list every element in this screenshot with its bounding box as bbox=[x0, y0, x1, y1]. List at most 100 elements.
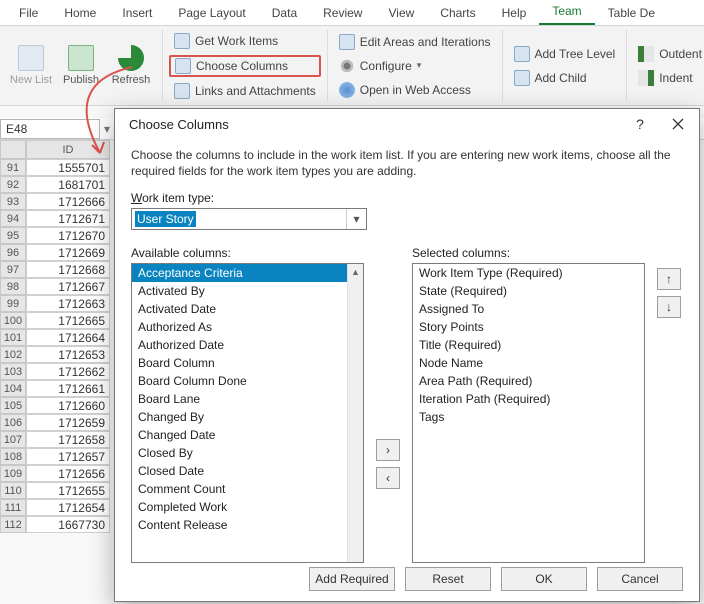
tab-table-design[interactable]: Table De bbox=[595, 2, 668, 25]
open-web-button[interactable]: Open in Web Access bbox=[334, 80, 496, 100]
tab-charts[interactable]: Charts bbox=[427, 2, 488, 25]
cell-id[interactable]: 1712660 bbox=[26, 397, 110, 414]
cell-id[interactable]: 1712654 bbox=[26, 499, 110, 516]
cell-id[interactable]: 1712663 bbox=[26, 295, 110, 312]
row-header[interactable]: 108 bbox=[0, 448, 26, 465]
work-item-type-combo[interactable]: User Story ▾ bbox=[131, 208, 367, 230]
scroll-up-icon[interactable]: ▲ bbox=[348, 264, 363, 280]
move-up-button[interactable]: ↑ bbox=[657, 268, 681, 290]
cancel-button[interactable]: Cancel bbox=[597, 567, 683, 591]
available-columns-list[interactable]: ▲ Acceptance CriteriaActivated ByActivat… bbox=[131, 263, 364, 563]
row-header[interactable]: 99 bbox=[0, 295, 26, 312]
select-all-corner[interactable] bbox=[0, 140, 26, 159]
available-item[interactable]: Board Lane bbox=[132, 390, 363, 408]
available-item[interactable]: Activated By bbox=[132, 282, 363, 300]
tab-file[interactable]: File bbox=[6, 2, 51, 25]
available-item[interactable]: Acceptance Criteria bbox=[132, 264, 363, 282]
combo-dropdown-icon[interactable]: ▾ bbox=[346, 209, 366, 229]
available-item[interactable]: Closed By bbox=[132, 444, 363, 462]
tab-insert[interactable]: Insert bbox=[109, 2, 165, 25]
row-header[interactable]: 91 bbox=[0, 159, 26, 176]
selected-item[interactable]: Title (Required) bbox=[413, 336, 644, 354]
reset-button[interactable]: Reset bbox=[405, 567, 491, 591]
selected-item[interactable]: State (Required) bbox=[413, 282, 644, 300]
available-item[interactable]: Closed Date bbox=[132, 462, 363, 480]
row-header[interactable]: 105 bbox=[0, 397, 26, 414]
cell-id[interactable]: 1712657 bbox=[26, 448, 110, 465]
row-header[interactable]: 102 bbox=[0, 346, 26, 363]
tab-help[interactable]: Help bbox=[489, 2, 540, 25]
row-header[interactable]: 112 bbox=[0, 516, 26, 533]
selected-item[interactable]: Work Item Type (Required) bbox=[413, 264, 644, 282]
row-header[interactable]: 109 bbox=[0, 465, 26, 482]
tab-data[interactable]: Data bbox=[259, 2, 310, 25]
cell-id[interactable]: 1712670 bbox=[26, 227, 110, 244]
available-item[interactable]: Comment Count bbox=[132, 480, 363, 498]
row-header[interactable]: 103 bbox=[0, 363, 26, 380]
cell-id[interactable]: 1681701 bbox=[26, 176, 110, 193]
cell-id[interactable]: 1712669 bbox=[26, 244, 110, 261]
cell-id[interactable]: 1712653 bbox=[26, 346, 110, 363]
move-left-button[interactable]: ‹ bbox=[376, 467, 400, 489]
get-work-items-button[interactable]: Get Work Items bbox=[169, 31, 321, 51]
row-header[interactable]: 98 bbox=[0, 278, 26, 295]
tab-page-layout[interactable]: Page Layout bbox=[165, 2, 258, 25]
outdent-button[interactable]: Outdent bbox=[633, 44, 704, 64]
available-item[interactable]: Activated Date bbox=[132, 300, 363, 318]
available-item[interactable]: Authorized As bbox=[132, 318, 363, 336]
configure-button[interactable]: Configure ▾ bbox=[334, 56, 496, 76]
indent-button[interactable]: Indent bbox=[633, 68, 704, 88]
selected-item[interactable]: Tags bbox=[413, 408, 644, 426]
selected-item[interactable]: Node Name bbox=[413, 354, 644, 372]
available-item[interactable]: Board Column bbox=[132, 354, 363, 372]
selected-columns-list[interactable]: Work Item Type (Required)State (Required… bbox=[412, 263, 645, 563]
row-header[interactable]: 92 bbox=[0, 176, 26, 193]
row-header[interactable]: 93 bbox=[0, 193, 26, 210]
selected-item[interactable]: Area Path (Required) bbox=[413, 372, 644, 390]
choose-columns-button[interactable]: Choose Columns bbox=[169, 55, 321, 77]
row-header[interactable]: 106 bbox=[0, 414, 26, 431]
move-right-button[interactable]: › bbox=[376, 439, 400, 461]
selected-item[interactable]: Iteration Path (Required) bbox=[413, 390, 644, 408]
tab-view[interactable]: View bbox=[375, 2, 427, 25]
row-header[interactable]: 101 bbox=[0, 329, 26, 346]
tab-review[interactable]: Review bbox=[310, 2, 375, 25]
row-header[interactable]: 97 bbox=[0, 261, 26, 278]
row-header[interactable]: 100 bbox=[0, 312, 26, 329]
available-scrollbar[interactable]: ▲ bbox=[347, 264, 363, 562]
edit-areas-button[interactable]: Edit Areas and Iterations bbox=[334, 32, 496, 52]
add-child-button[interactable]: Add Child bbox=[509, 68, 621, 88]
cell-id[interactable]: 1712668 bbox=[26, 261, 110, 278]
row-header[interactable]: 111 bbox=[0, 499, 26, 516]
available-item[interactable]: Content Release bbox=[132, 516, 363, 534]
help-button[interactable]: ? bbox=[621, 109, 659, 139]
tab-team[interactable]: Team bbox=[539, 0, 594, 25]
publish-button[interactable]: Publish bbox=[56, 31, 106, 101]
available-item[interactable]: Changed Date bbox=[132, 426, 363, 444]
cell-id[interactable]: 1712659 bbox=[26, 414, 110, 431]
move-down-button[interactable]: ↓ bbox=[657, 296, 681, 318]
row-header[interactable]: 96 bbox=[0, 244, 26, 261]
row-header[interactable]: 95 bbox=[0, 227, 26, 244]
tab-home[interactable]: Home bbox=[51, 2, 109, 25]
available-item[interactable]: Changed By bbox=[132, 408, 363, 426]
row-header[interactable]: 94 bbox=[0, 210, 26, 227]
links-attachments-button[interactable]: Links and Attachments bbox=[169, 81, 321, 101]
cell-id[interactable]: 1712664 bbox=[26, 329, 110, 346]
add-required-button[interactable]: Add Required bbox=[309, 567, 395, 591]
column-header-id[interactable]: ID bbox=[26, 140, 110, 159]
available-item[interactable]: Completed Work bbox=[132, 498, 363, 516]
cell-id[interactable]: 1712656 bbox=[26, 465, 110, 482]
name-box-dropdown-icon[interactable]: ▾ bbox=[100, 122, 114, 136]
available-item[interactable]: Authorized Date bbox=[132, 336, 363, 354]
row-header[interactable]: 110 bbox=[0, 482, 26, 499]
cell-id[interactable]: 1712666 bbox=[26, 193, 110, 210]
close-button[interactable] bbox=[659, 109, 697, 139]
cell-id[interactable]: 1712671 bbox=[26, 210, 110, 227]
cell-id[interactable]: 1712655 bbox=[26, 482, 110, 499]
available-item[interactable]: Board Column Done bbox=[132, 372, 363, 390]
name-box[interactable] bbox=[0, 119, 100, 139]
cell-id[interactable]: 1712665 bbox=[26, 312, 110, 329]
refresh-button[interactable]: Refresh bbox=[106, 31, 156, 101]
cell-id[interactable]: 1712658 bbox=[26, 431, 110, 448]
